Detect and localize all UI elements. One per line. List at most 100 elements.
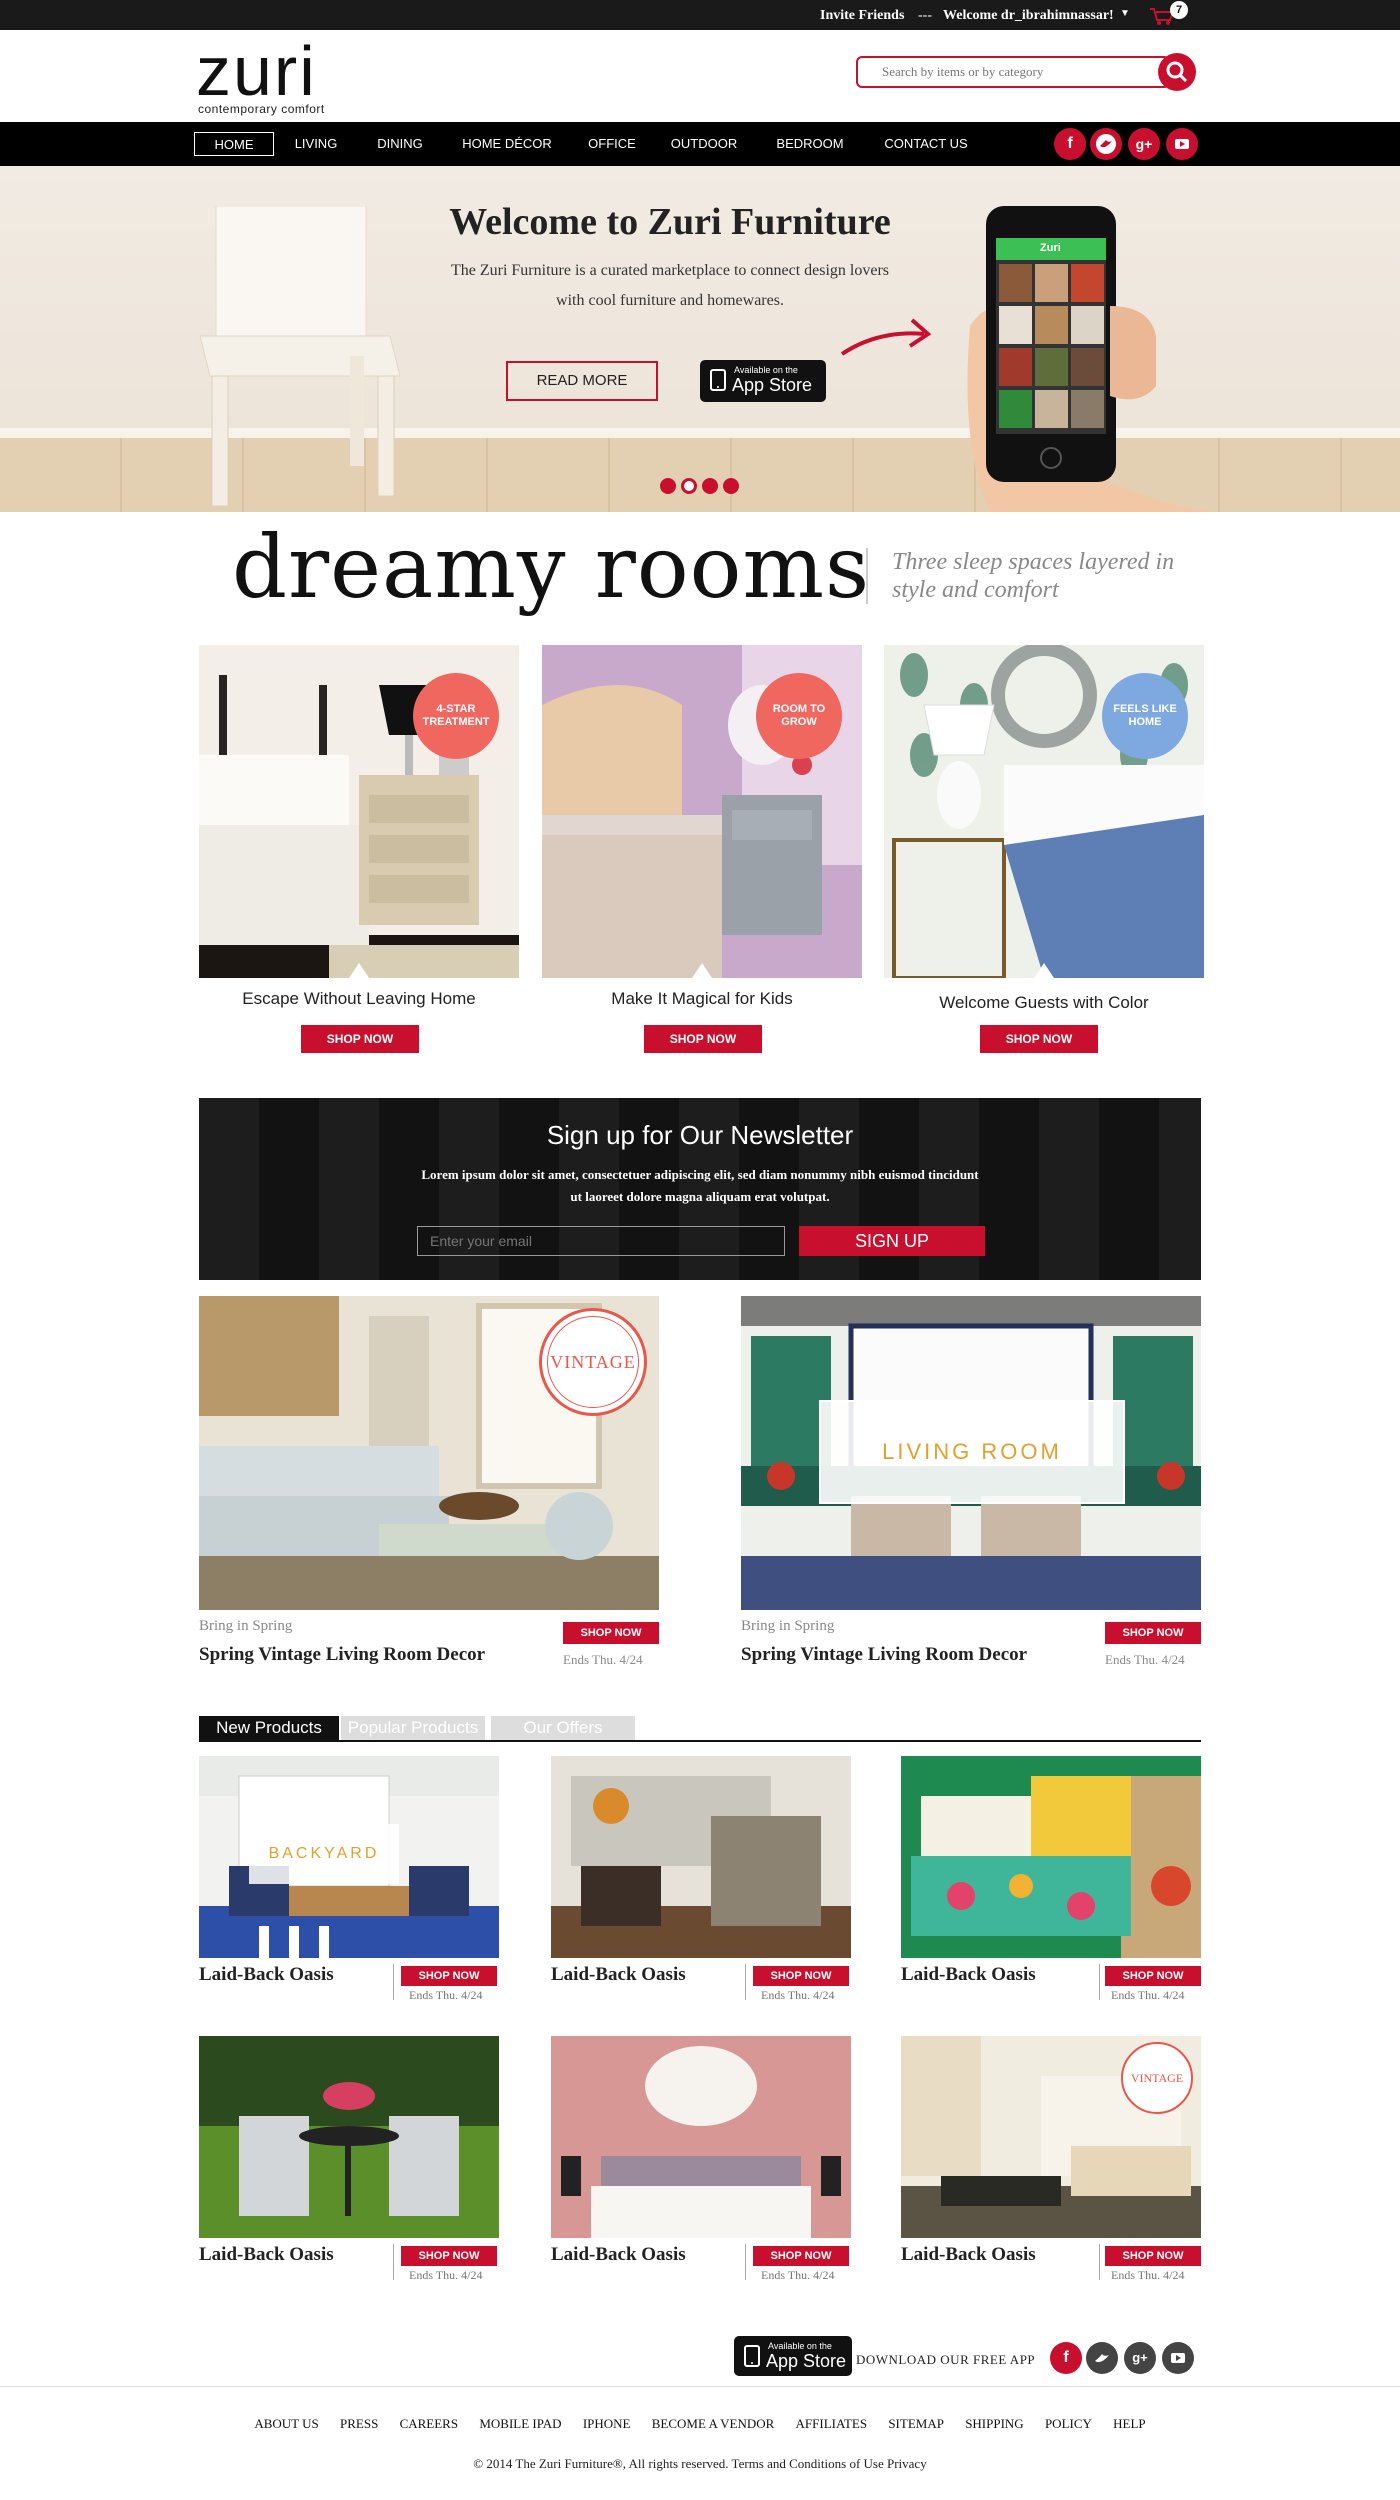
feature-title[interactable]: Spring Vintage Living Room Decor: [741, 1644, 1027, 1666]
product-name[interactable]: Laid-Back Oasis: [901, 1964, 1036, 1986]
backyard-label-box: BACKYARD: [249, 1824, 399, 1884]
ends-date: Ends Thu. 4/24: [1111, 2268, 1185, 2282]
cart-count-badge: 7: [1170, 1, 1188, 19]
facebook-icon[interactable]: f: [1050, 2342, 1082, 2374]
footer-app-store-button[interactable]: Available on the App Store: [734, 2336, 852, 2376]
shop-now-button[interactable]: SHOP NOW: [1105, 1966, 1201, 1986]
shop-now-button[interactable]: SHOP NOW: [401, 1966, 497, 1986]
ends-date: Ends Thu. 4/24: [1105, 1652, 1185, 1667]
white-chair-image: [200, 206, 401, 506]
shop-now-button[interactable]: SHOP NOW: [980, 1025, 1098, 1053]
carousel-dot-4[interactable]: [723, 478, 739, 494]
nav-office[interactable]: OFFICE: [580, 132, 644, 156]
product-name[interactable]: Laid-Back Oasis: [199, 1964, 334, 1986]
footer-link[interactable]: BECOME A VENDOR: [652, 2416, 775, 2431]
footer-link[interactable]: PRESS: [340, 2416, 378, 2431]
app-store-button[interactable]: Available on the App Store: [700, 360, 826, 402]
youtube-play-icon: [1171, 2353, 1185, 2363]
newsletter-section: Sign up for Our Newsletter Lorem ipsum d…: [199, 1098, 1201, 1280]
footer-link[interactable]: POLICY: [1045, 2416, 1092, 2431]
product-image[interactable]: [551, 1756, 851, 1958]
youtube-icon[interactable]: [1166, 128, 1198, 160]
product-name[interactable]: Laid-Back Oasis: [901, 2244, 1036, 2266]
product-card: Laid-Back Oasis SHOP NOW Ends Thu. 4/24: [901, 1756, 1201, 2002]
twitter-icon[interactable]: [1090, 128, 1122, 160]
product-name[interactable]: Laid-Back Oasis: [551, 2244, 686, 2266]
footer-link[interactable]: SHIPPING: [965, 2416, 1024, 2431]
separator: ---: [918, 8, 932, 23]
product-image[interactable]: [199, 2036, 499, 2238]
shop-now-button[interactable]: SHOP NOW: [401, 2246, 497, 2266]
footer-link[interactable]: ABOUT US: [254, 2416, 318, 2431]
feature-title[interactable]: Spring Vintage Living Room Decor: [199, 1644, 485, 1666]
shop-now-button[interactable]: SHOP NOW: [644, 1025, 762, 1053]
tab-popular-products[interactable]: Popular Products: [341, 1716, 485, 1740]
product-image[interactable]: [901, 1756, 1201, 1958]
footer-link[interactable]: SITEMAP: [888, 2416, 944, 2431]
hand-holding-phone-image: [967, 206, 1210, 512]
footer-link[interactable]: AFFILIATES: [796, 2416, 868, 2431]
product-card: VINTAGE Laid-Back Oasis SHOP NOW Ends Th…: [901, 2036, 1201, 2282]
divider: [745, 1964, 746, 2000]
room-badge: 4-STAR TREATMENT: [413, 673, 499, 759]
divider: [1099, 1964, 1100, 2000]
product-card: Laid-Back Oasis SHOP NOW Ends Thu. 4/24: [551, 1756, 851, 2002]
shop-now-button[interactable]: SHOP NOW: [301, 1025, 419, 1053]
search-input[interactable]: [856, 56, 1170, 88]
footer-link[interactable]: MOBILE IPAD: [479, 2416, 561, 2431]
carousel-dot-3[interactable]: [702, 478, 718, 494]
shop-now-button[interactable]: SHOP NOW: [753, 1966, 849, 1986]
footer-links: ABOUT US PRESS CAREERS MOBILE IPAD IPHON…: [0, 2416, 1400, 2432]
facebook-icon[interactable]: f: [1054, 128, 1086, 160]
app-store-small-text: Available on the: [734, 365, 798, 375]
garden-chairs-photo: [199, 2036, 499, 2238]
nav-home[interactable]: HOME: [194, 132, 274, 156]
google-plus-icon[interactable]: g+: [1128, 128, 1160, 160]
read-more-button[interactable]: READ MORE: [506, 361, 658, 401]
zuri-logo[interactable]: zuri contemporary comfort: [196, 36, 346, 116]
feature-kicker: Bring in Spring: [741, 1618, 835, 1634]
newsletter-description: Lorem ipsum dolor sit amet, consectetuer…: [421, 1167, 979, 1204]
download-app-text: DOWNLOAD OUR FREE APP: [856, 2352, 1036, 2367]
carousel-dot-1[interactable]: [660, 478, 676, 494]
shop-now-button[interactable]: SHOP NOW: [563, 1622, 659, 1644]
product-name[interactable]: Laid-Back Oasis: [551, 1964, 686, 1986]
chevron-down-icon[interactable]: ▼: [1120, 8, 1130, 19]
living-room-label-box: LIVING ROOM: [819, 1400, 1125, 1504]
shop-now-button[interactable]: SHOP NOW: [1105, 1622, 1201, 1644]
footer-app-bar: Available on the App Store DOWNLOAD OUR …: [734, 2336, 1204, 2380]
welcome-user-menu[interactable]: Welcome dr_ibrahimnassar!: [943, 8, 1114, 24]
nav-home-decor[interactable]: HOME DÉCOR: [454, 132, 560, 156]
product-name[interactable]: Laid-Back Oasis: [199, 2244, 334, 2266]
nav-bedroom[interactable]: BEDROOM: [766, 132, 854, 156]
carousel-dot-2[interactable]: [681, 478, 697, 494]
search-button[interactable]: [1158, 53, 1196, 91]
sign-up-button[interactable]: SIGN UP: [799, 1226, 985, 1256]
newsletter-title: Sign up for Our Newsletter: [546, 1120, 854, 1150]
shop-now-button[interactable]: SHOP NOW: [753, 2246, 849, 2266]
invite-friends-link[interactable]: Invite Friends: [820, 8, 904, 24]
dreamy-rooms-subtitle: Three sleep spaces layered in style and …: [892, 549, 1175, 603]
zebra-chair-photo: [551, 1756, 851, 1958]
product-image[interactable]: [551, 2036, 851, 2238]
nav-living[interactable]: LIVING: [286, 132, 346, 156]
footer-link[interactable]: CAREERS: [400, 2416, 459, 2431]
divider: [866, 548, 868, 604]
nav-contact-us[interactable]: CONTACT US: [876, 132, 976, 156]
dreamy-rooms-title: dreamy rooms: [232, 518, 871, 618]
tab-new-products[interactable]: New Products: [199, 1716, 339, 1740]
footer-link[interactable]: HELP: [1113, 2416, 1146, 2431]
email-field[interactable]: [417, 1226, 785, 1256]
shop-now-button[interactable]: SHOP NOW: [1105, 2246, 1201, 2266]
footer-link[interactable]: IPHONE: [583, 2416, 631, 2431]
nav-dining[interactable]: DINING: [368, 132, 432, 156]
nav-outdoor[interactable]: OUTDOOR: [664, 132, 744, 156]
room-badge: ROOM TO GROW: [756, 673, 842, 759]
ends-date: Ends Thu. 4/24: [409, 2268, 483, 2282]
twitter-icon[interactable]: [1086, 2342, 1118, 2374]
tab-our-offers[interactable]: Our Offers: [491, 1716, 635, 1740]
youtube-icon[interactable]: [1162, 2342, 1194, 2374]
app-store-big-text: App Store: [766, 2351, 847, 2371]
google-plus-icon[interactable]: g+: [1124, 2342, 1156, 2374]
product-card: Laid-Back Oasis SHOP NOW Ends Thu. 4/24: [199, 2036, 499, 2282]
